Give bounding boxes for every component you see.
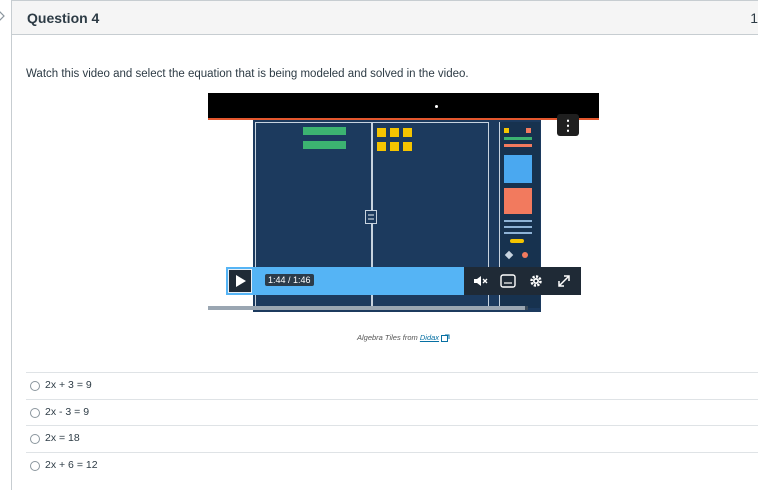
question-title: Question 4: [27, 10, 100, 26]
radio-button[interactable]: [30, 460, 40, 471]
radio-button[interactable]: [30, 381, 40, 391]
video-controls: 1:44 / 1:46: [226, 267, 581, 295]
answer-label: 2x + 3 = 9: [45, 379, 92, 391]
answer-label: 2x - 3 = 9: [45, 405, 90, 418]
neg-x-squared-tile: [504, 188, 532, 214]
answer-option[interactable]: 2x - 3 = 9: [26, 398, 758, 426]
video-time: 1:44 / 1:46: [265, 274, 314, 286]
didax-link[interactable]: Didax: [420, 333, 439, 342]
left-border: [11, 0, 12, 490]
answer-option[interactable]: 2x = 18: [26, 425, 758, 452]
play-button[interactable]: [228, 269, 252, 293]
answer-label: 2x + 6 = 12: [45, 458, 98, 471]
x-tile: [303, 141, 346, 149]
unit-tile: [390, 142, 399, 151]
video-progress-bar[interactable]: [208, 306, 528, 310]
answer-label: 2x = 18: [45, 432, 80, 444]
unit-tile: [377, 142, 386, 151]
question-points: 1: [750, 10, 758, 26]
video-progress-fill: [208, 306, 525, 310]
question-header: Question 4 1: [12, 0, 758, 35]
radio-button[interactable]: [30, 434, 40, 444]
video-top-bar: [208, 93, 599, 120]
chevron-right-icon[interactable]: [0, 9, 6, 23]
play-icon: [236, 275, 246, 287]
settings-gear-icon[interactable]: [527, 272, 545, 290]
answer-list: 2x + 3 = 9 2x - 3 = 9 2x = 18 2x + 6 = 1…: [26, 372, 758, 478]
video-dot: [435, 105, 438, 108]
unit-tile: [403, 128, 412, 137]
equals-icon: [365, 210, 377, 224]
credit-prefix: Algebra Tiles from: [357, 333, 420, 342]
video-menu-button[interactable]: ⋮: [557, 114, 579, 136]
unit-tile: [377, 128, 386, 137]
fullscreen-icon[interactable]: [555, 272, 573, 290]
video-controls-right: [464, 267, 581, 295]
unit-tile: [403, 142, 412, 151]
radio-button[interactable]: [30, 407, 40, 418]
unit-tile: [390, 128, 399, 137]
video-credit: Algebra Tiles from Didax: [357, 333, 450, 343]
answer-option[interactable]: 2x + 3 = 9: [26, 372, 758, 399]
answer-option[interactable]: 2x + 6 = 12: [26, 451, 758, 479]
x-squared-tile: [504, 155, 532, 183]
question-prompt: Watch this video and select the equation…: [26, 68, 469, 80]
x-tile: [303, 127, 346, 135]
volume-muted-icon[interactable]: [471, 272, 489, 290]
captions-icon[interactable]: [499, 272, 517, 290]
external-link-icon: [441, 334, 450, 343]
